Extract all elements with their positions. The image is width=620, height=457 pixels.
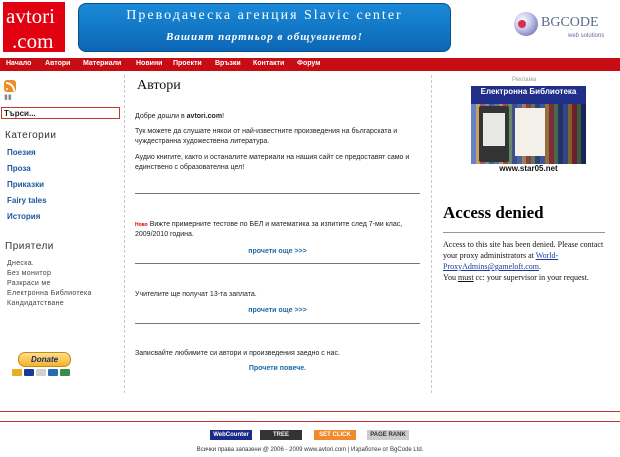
- new-badge: Ново: [135, 222, 148, 228]
- banner-title: Преводаческа агенция Slavic center: [126, 8, 403, 23]
- news-text: Записвайте любимите си автори и произвед…: [135, 350, 340, 357]
- globe-icon: [514, 12, 538, 36]
- main-nav: Начало Автори Материали Новини Проекти В…: [0, 58, 620, 71]
- ad-label: Реклама: [512, 77, 537, 83]
- nav-item-home[interactable]: Начало: [6, 60, 31, 67]
- nav-item-projects[interactable]: Проекти: [173, 60, 202, 67]
- categories-heading: Категории: [5, 130, 57, 141]
- sponsor-logo-sub: web solutions: [568, 33, 605, 39]
- friends-heading: Приятели: [5, 241, 54, 252]
- access-text: Access to this site has been denied. Ple…: [443, 240, 604, 260]
- news-text: Учителите ще получат 13-та заплата.: [135, 291, 257, 298]
- read-more-link[interactable]: прочети още >>>: [135, 307, 420, 314]
- access-text: cc: your supervisor in your request.: [473, 273, 589, 282]
- welcome-prefix: Добре дошли в: [135, 113, 187, 120]
- column-divider: [124, 75, 125, 393]
- read-more-link[interactable]: прочети още >>>: [135, 248, 420, 255]
- divider: [135, 193, 420, 194]
- tree-badge[interactable]: TREE: [260, 430, 302, 440]
- access-denied-heading: Access denied: [443, 203, 544, 222]
- category-link[interactable]: Проза: [7, 164, 31, 173]
- logo-text-line1: avtori: [6, 4, 55, 28]
- nav-item-materials[interactable]: Материали: [83, 60, 121, 67]
- column-divider: [431, 75, 432, 393]
- site-logo[interactable]: avtori .com: [3, 2, 65, 53]
- divider: [135, 323, 420, 324]
- category-link[interactable]: Fairy tales: [7, 196, 47, 205]
- divider: [443, 232, 605, 233]
- friend-link[interactable]: Разкраси ме: [7, 280, 51, 287]
- ad-url: www.star05.net: [471, 164, 586, 174]
- read-more-link[interactable]: Прочети повече.: [135, 365, 420, 372]
- nav-item-forum[interactable]: Форум: [297, 60, 320, 67]
- footer-line: [0, 421, 620, 422]
- pagerank-badge[interactable]: PAGE RANK: [367, 430, 409, 440]
- nav-item-news[interactable]: Новини: [136, 60, 162, 67]
- category-link[interactable]: Приказки: [7, 180, 44, 189]
- copyright-text: Всички права запазени @ 2006 - 2009 www.…: [196, 447, 424, 453]
- ebook-library-ad[interactable]: Електронна Библиотека www.star05.net: [471, 86, 586, 174]
- access-text-must: must: [457, 273, 474, 282]
- banner-ad[interactable]: Преводаческа агенция Slavic center Вашия…: [78, 3, 451, 52]
- footer-line: [0, 411, 620, 412]
- ad-title: Електронна Библиотека: [471, 86, 586, 97]
- sponsor-logo-text: BGCODE: [541, 15, 599, 30]
- payment-cards-icon: [12, 369, 72, 379]
- friend-link[interactable]: Електронна Библиотека: [7, 290, 92, 297]
- news-item: Ново Вижте примерните тестове по БЕЛ и м…: [135, 220, 420, 240]
- welcome-suffix: !: [222, 113, 225, 120]
- friend-link[interactable]: Днеска.: [7, 260, 34, 267]
- donate-button[interactable]: Donate: [18, 352, 71, 367]
- category-link[interactable]: История: [7, 212, 40, 221]
- friend-link[interactable]: Без монитор: [7, 270, 51, 277]
- page-title: Автори: [137, 78, 181, 93]
- category-link[interactable]: Поезия: [7, 148, 36, 157]
- news-text: Вижте примерните тестове по БЕЛ и матема…: [135, 221, 403, 238]
- intro-text: Тук можете да слушате някои от най-извес…: [135, 128, 398, 145]
- rss-feed-icon[interactable]: ▮▮: [4, 93, 16, 103]
- access-text: You: [443, 273, 458, 282]
- audio-note: Аудио книгите, както и останалите матери…: [135, 154, 410, 171]
- nav-item-links[interactable]: Връзки: [215, 60, 241, 67]
- welcome-site-name: avtori.com: [186, 113, 223, 120]
- rss-icon[interactable]: [4, 80, 16, 92]
- book-page-image: [515, 108, 545, 156]
- logo-text-line2: .com: [12, 29, 54, 53]
- sponsor-logo[interactable]: BGCODE web solutions: [514, 10, 614, 50]
- nav-item-contacts[interactable]: Контакти: [253, 60, 284, 67]
- setclick-badge[interactable]: SET CLICK: [314, 430, 356, 440]
- search-input[interactable]: [1, 107, 120, 119]
- divider: [135, 263, 420, 264]
- banner-tagline: Вашият партньор в общуването!: [166, 31, 363, 43]
- friend-link[interactable]: Кандидатстване: [7, 300, 64, 307]
- access-text: .: [539, 262, 542, 271]
- nav-item-authors[interactable]: Автори: [45, 60, 70, 67]
- webcounter-badge[interactable]: WebCounter: [210, 430, 252, 440]
- welcome-text: Добре дошли в avtori.com!: [135, 112, 420, 122]
- access-denied-message: Access to this site has been denied. Ple…: [443, 239, 613, 283]
